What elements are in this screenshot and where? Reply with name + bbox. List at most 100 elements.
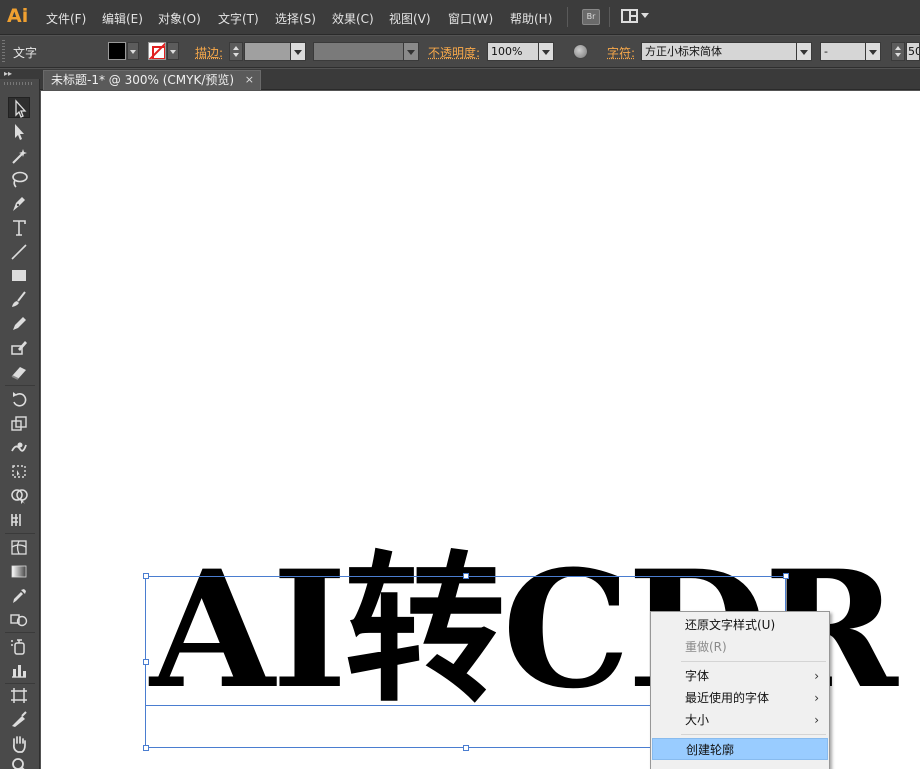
artboard-icon: [11, 688, 27, 703]
mesh-tool[interactable]: [8, 537, 30, 558]
font-size-field[interactable]: 50: [906, 42, 920, 61]
menu-type[interactable]: 文字(T): [218, 10, 259, 27]
zoom-tool[interactable]: [8, 755, 30, 769]
free-transform-tool[interactable]: [8, 461, 30, 482]
context-menu-font[interactable]: 字体 ›: [652, 665, 828, 687]
magic-wand-tool[interactable]: [8, 145, 30, 166]
opacity-dropdown[interactable]: [538, 42, 554, 61]
context-menu-create-outlines[interactable]: 创建轮廓: [652, 738, 828, 760]
gradient-tool[interactable]: [8, 561, 30, 582]
pen-tool[interactable]: [8, 193, 30, 214]
close-icon[interactable]: ×: [245, 71, 254, 89]
blend-tool[interactable]: [8, 609, 30, 630]
eyedropper-tool[interactable]: [8, 585, 30, 606]
artboard-tool[interactable]: [8, 685, 30, 706]
zoom-magnifier-icon: [12, 758, 25, 769]
paintbrush-tool[interactable]: [8, 289, 30, 310]
bbox-handle-middle-left[interactable]: [143, 659, 149, 665]
tools-separator: [5, 385, 35, 386]
stroke-weight-stepper[interactable]: [229, 42, 243, 61]
fill-dropdown[interactable]: [127, 42, 139, 60]
variable-width-field[interactable]: [313, 42, 406, 61]
control-bar: 文字 描边: 不透明度: 100% 字符: 方正小标宋简体 - 50: [0, 36, 920, 68]
tools-panel-grip[interactable]: [4, 82, 34, 85]
symbol-sprayer-icon: [11, 639, 25, 655]
menu-view[interactable]: 视图(V): [389, 10, 431, 27]
document-tab-bar: 未标题-1* @ 300% (CMYK/预览) ×: [40, 69, 920, 90]
document-tab[interactable]: 未标题-1* @ 300% (CMYK/预览) ×: [43, 70, 261, 90]
perspective-grid-tool[interactable]: [8, 509, 30, 530]
font-family-field[interactable]: 方正小标宋简体: [641, 42, 797, 61]
hand-tool[interactable]: [8, 733, 30, 754]
fill-color-swatch[interactable]: [108, 42, 126, 60]
bbox-handle-top-left[interactable]: [143, 573, 149, 579]
scale-tool[interactable]: [8, 413, 30, 434]
slice-knife-icon: [12, 711, 27, 727]
menu-select[interactable]: 选择(S): [275, 10, 316, 27]
paintbrush-icon: [12, 291, 26, 307]
gradient-icon: [11, 565, 27, 578]
menu-window[interactable]: 窗口(W): [448, 10, 493, 27]
context-menu-item-label: 字体: [685, 669, 710, 683]
stroke-weight-field[interactable]: [244, 42, 291, 61]
submenu-chevron-icon: ›: [814, 669, 819, 683]
stroke-weight-dropdown[interactable]: [290, 42, 306, 61]
line-segment-tool[interactable]: [8, 241, 30, 262]
blob-brush-tool[interactable]: [8, 337, 30, 358]
lasso-icon: [12, 171, 28, 188]
opacity-field[interactable]: 100%: [487, 42, 539, 61]
bbox-handle-top-center[interactable]: [463, 573, 469, 579]
menu-object[interactable]: 对象(O): [158, 10, 201, 27]
tools-separator: [5, 533, 35, 534]
rectangle-icon: [12, 270, 26, 281]
slice-tool[interactable]: [8, 709, 30, 730]
variable-width-dropdown[interactable]: [403, 42, 419, 61]
tools-separator: [5, 683, 35, 684]
rotate-tool[interactable]: [8, 389, 30, 410]
menu-file[interactable]: 文件(F): [46, 10, 86, 27]
context-menu-undo-text-style[interactable]: 还原文字样式(U): [652, 614, 828, 636]
tools-panel-collapse-icon[interactable]: ▸▸: [0, 69, 40, 79]
pencil-tool[interactable]: [8, 313, 30, 334]
current-tool-label: 文字: [13, 46, 38, 60]
menu-separator: [609, 7, 610, 27]
stroke-label[interactable]: 描边:: [195, 44, 223, 61]
menu-help[interactable]: 帮助(H): [510, 10, 552, 27]
opacity-label[interactable]: 不透明度:: [428, 44, 480, 61]
shape-builder-tool[interactable]: [8, 485, 30, 506]
panel-grip[interactable]: [2, 40, 5, 64]
eraser-tool[interactable]: [8, 361, 30, 382]
bbox-handle-bottom-left[interactable]: [143, 745, 149, 751]
font-size-stepper[interactable]: [891, 42, 905, 61]
context-menu-size[interactable]: 大小 ›: [652, 709, 828, 731]
font-family-dropdown[interactable]: [796, 42, 812, 61]
column-graph-tool[interactable]: [8, 660, 30, 681]
warp-tool[interactable]: [8, 437, 30, 458]
character-label[interactable]: 字符:: [607, 44, 635, 61]
arrange-documents-button[interactable]: [621, 9, 649, 25]
menu-edit[interactable]: 编辑(E): [102, 10, 143, 27]
selection-tool[interactable]: [8, 97, 30, 118]
context-menu-recent-fonts[interactable]: 最近使用的字体 ›: [652, 687, 828, 709]
stroke-dropdown[interactable]: [167, 42, 179, 60]
free-transform-icon: [12, 465, 26, 478]
stroke-color-swatch[interactable]: [148, 42, 166, 60]
blend-icon: [10, 614, 28, 627]
context-menu-redo: 重做(R): [652, 636, 828, 658]
bridge-button[interactable]: Br: [582, 9, 600, 25]
bbox-handle-bottom-center[interactable]: [463, 745, 469, 751]
font-style-dropdown[interactable]: [865, 42, 881, 61]
direct-selection-tool[interactable]: [8, 121, 30, 142]
type-tool[interactable]: [8, 217, 30, 238]
context-menu-item-label: 创建轮廓: [686, 743, 735, 757]
arrange-grid-icon: [621, 9, 638, 23]
recolor-artwork-icon[interactable]: [573, 44, 588, 59]
font-style-field[interactable]: -: [820, 42, 866, 61]
menu-effect[interactable]: 效果(C): [332, 10, 374, 27]
rectangle-tool[interactable]: [8, 265, 30, 286]
symbol-sprayer-tool[interactable]: [8, 636, 30, 657]
lasso-tool[interactable]: [8, 169, 30, 190]
bbox-handle-top-right[interactable]: [783, 573, 789, 579]
tools-panel: ▸▸: [0, 69, 40, 769]
perspective-grid-icon: [11, 514, 21, 526]
